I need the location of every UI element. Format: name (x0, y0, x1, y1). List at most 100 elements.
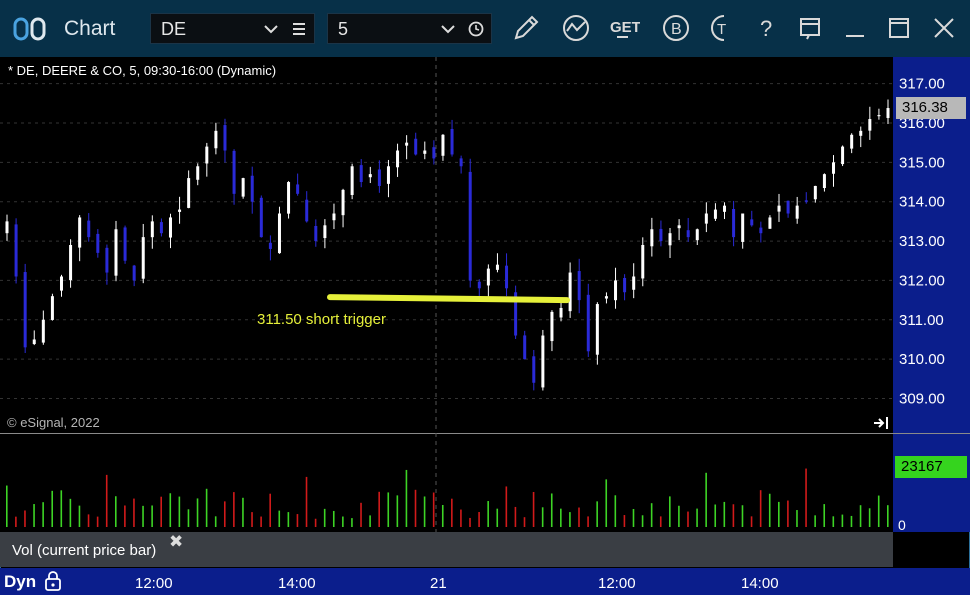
dynamic-mode-label[interactable]: Dyn (4, 572, 36, 592)
minimize-icon[interactable] (840, 12, 872, 44)
link-icon[interactable] (12, 16, 50, 42)
clock-icon[interactable] (468, 21, 484, 37)
volume-bar (823, 504, 826, 527)
t-icon[interactable]: T (708, 12, 730, 44)
volume-bar (514, 506, 517, 527)
volume-bar (787, 500, 789, 527)
candle-body (559, 307, 563, 318)
time-label: 14:00 (741, 575, 779, 592)
price-tick-label: 311.00 (899, 312, 944, 329)
volume-bar (42, 502, 44, 527)
volume-bar (387, 492, 390, 527)
volume-bar (332, 510, 335, 527)
candle-body (196, 166, 200, 180)
candle-body (741, 213, 745, 242)
template-icon[interactable] (795, 12, 827, 44)
candle-body (223, 125, 227, 151)
volume-bar (269, 493, 271, 527)
candle-body (795, 205, 799, 219)
candle-body (386, 166, 390, 184)
chevron-down-icon[interactable] (441, 23, 455, 35)
volume-bar (505, 486, 508, 527)
candle-body (677, 225, 681, 229)
volume-bar (323, 508, 326, 527)
candle-body (686, 230, 690, 238)
candle-body (14, 224, 18, 277)
candle-body (668, 233, 672, 246)
candle-body (359, 165, 363, 183)
interval-input[interactable]: 5 (327, 13, 492, 44)
candle-body (241, 178, 245, 197)
candle-body (332, 213, 336, 221)
volume-zero-label: 0 (898, 517, 906, 533)
lock-icon[interactable] (44, 570, 62, 592)
volume-bar (33, 504, 35, 527)
candle-body (486, 268, 490, 286)
volume-bar (60, 490, 63, 527)
study-icon[interactable] (560, 12, 592, 44)
candle-body (414, 138, 418, 155)
volume-bar (741, 505, 744, 527)
maximize-icon[interactable] (883, 12, 915, 44)
last-volume-tag: 23167 (895, 456, 967, 478)
price-tick-label: 314.00 (899, 194, 945, 211)
candle-body (405, 142, 409, 146)
candle-body (59, 276, 63, 291)
candle-body (777, 205, 781, 212)
candle-body (595, 304, 599, 355)
volume-bar (223, 501, 226, 527)
volume-bar (550, 493, 553, 527)
candle-body (450, 128, 454, 155)
price-chart[interactable]: 317.00316.00315.00314.00313.00312.00311.… (0, 57, 970, 568)
close-study-icon[interactable]: ✖ (169, 532, 183, 552)
price-tick-label: 315.00 (899, 154, 945, 171)
volume-bar (659, 516, 662, 527)
candle-body (105, 247, 109, 273)
candle-body (550, 311, 554, 342)
candle-body (614, 280, 618, 301)
interval-value: 5 (338, 19, 349, 39)
chevron-down-icon[interactable] (264, 23, 278, 35)
price-tick-label: 313.00 (899, 233, 945, 250)
candle-body (659, 228, 663, 242)
volume-bar (69, 498, 72, 527)
volume-bar (451, 498, 453, 527)
help-icon[interactable]: ? (752, 12, 784, 44)
candle-body (477, 281, 481, 289)
scroll-to-end-icon[interactable] (873, 416, 891, 430)
volume-study-label[interactable]: Vol (current price bar) (0, 532, 188, 567)
candle-body (468, 171, 472, 281)
volume-bar (178, 496, 181, 527)
get-icon[interactable]: GET (608, 12, 641, 44)
candle-body (786, 200, 790, 214)
b-icon[interactable]: B (660, 12, 692, 44)
symbol-input[interactable]: DE (150, 13, 315, 44)
volume-bar (523, 517, 526, 527)
close-icon[interactable] (928, 12, 960, 44)
candle-body (577, 271, 581, 301)
time-label: 12:00 (135, 575, 173, 592)
volume-bar (342, 516, 344, 527)
volume-bar (378, 491, 380, 527)
last-price-tag: 316.38 (896, 97, 966, 119)
candle-body (759, 227, 763, 234)
volume-bar (705, 472, 707, 527)
candle-body (41, 319, 45, 343)
volume-bar (478, 512, 480, 527)
window-title: Chart (64, 17, 116, 40)
volume-bar (205, 488, 208, 527)
volume-bar (432, 492, 435, 527)
candle-body (214, 130, 218, 149)
volume-bar (678, 505, 680, 527)
volume-bar (314, 518, 317, 527)
candle-body (287, 182, 291, 214)
volume-bar (487, 501, 489, 527)
trigger-line[interactable] (327, 294, 570, 304)
trigger-annotation: 311.50 short trigger (257, 311, 386, 328)
candle-body (377, 169, 381, 186)
volume-bar (105, 474, 108, 527)
volume-bar (650, 503, 653, 527)
pencil-icon[interactable] (510, 12, 542, 44)
volume-bar (51, 490, 54, 527)
list-icon[interactable] (292, 22, 306, 36)
